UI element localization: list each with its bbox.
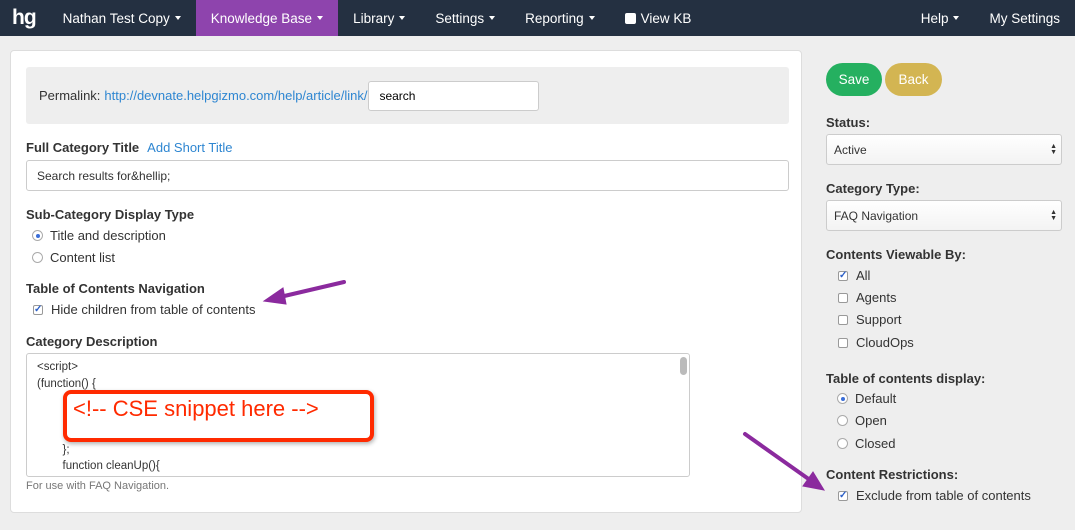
annotation-arrows	[262, 280, 826, 491]
arrow-icon	[262, 280, 346, 305]
arrow-icon	[743, 432, 826, 491]
